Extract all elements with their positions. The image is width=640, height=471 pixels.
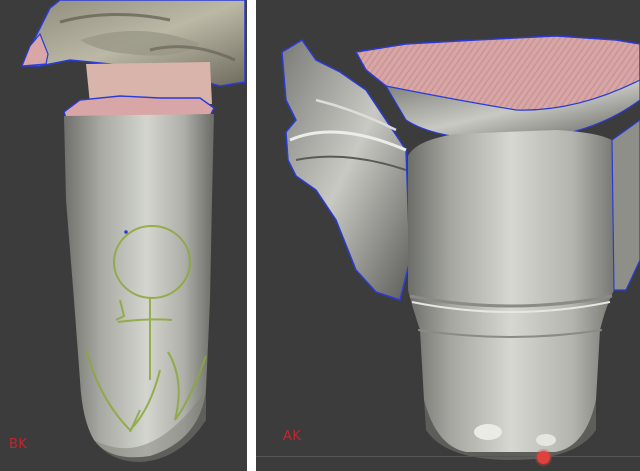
ak-tip-bump-2: [536, 434, 556, 446]
viewport-bk[interactable]: BK: [0, 0, 247, 471]
viewport-divider: [247, 0, 256, 471]
ak-limb-mesh: [408, 130, 614, 452]
red-dot-handle-icon[interactable]: [537, 451, 550, 464]
bk-scan-render: [20, 0, 246, 462]
bk-blue-point: [124, 230, 128, 234]
scan-comparison-app: BK AK: [0, 0, 640, 471]
view-label-bk: BK: [9, 437, 28, 452]
ak-scan-render: [281, 35, 640, 460]
ak-tip-bump: [474, 424, 502, 440]
view-label-ak: AK: [283, 429, 302, 444]
bk-limb-mesh: [64, 114, 214, 458]
viewport-ak[interactable]: AK: [256, 0, 640, 471]
timeline-track[interactable]: [256, 456, 640, 457]
ak-right-rough-edge: [611, 119, 640, 291]
